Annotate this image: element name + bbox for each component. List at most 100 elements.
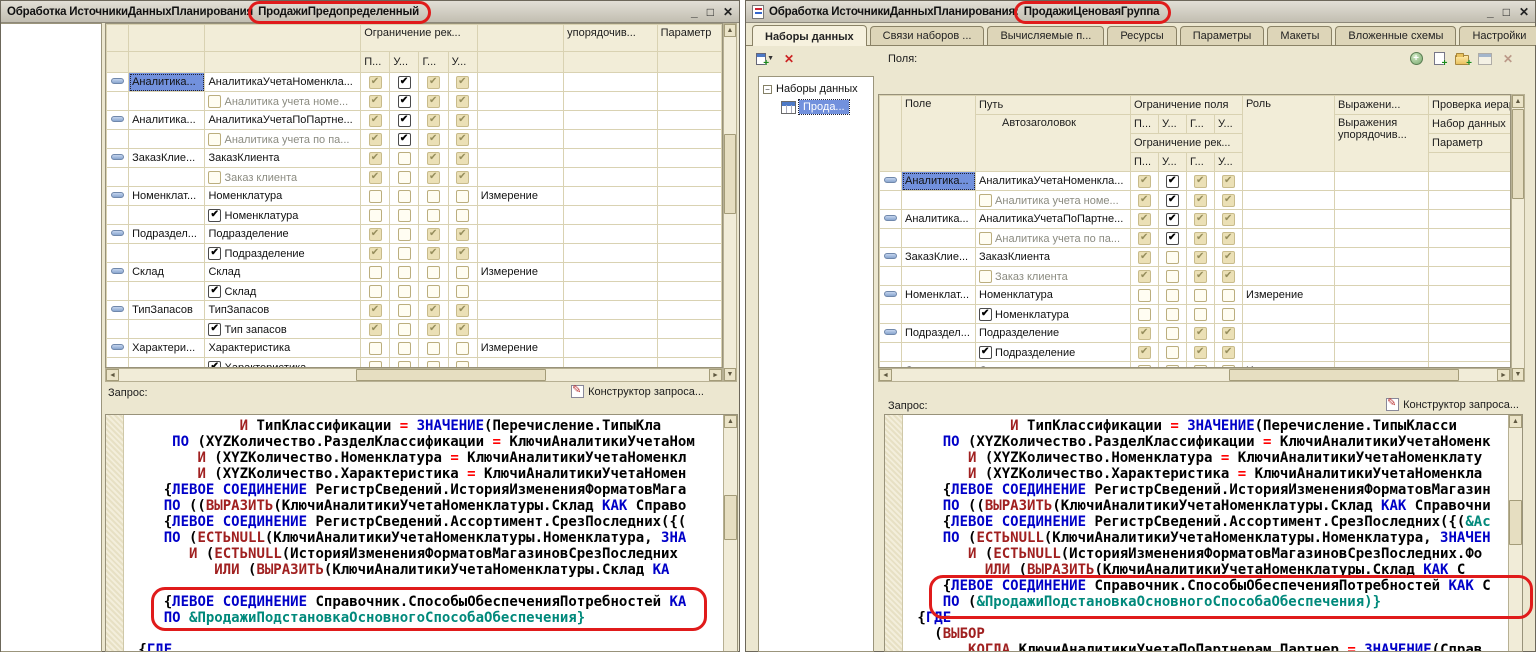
checkbox[interactable] <box>427 247 440 260</box>
checkbox-cell[interactable] <box>390 225 419 244</box>
parameter-cell[interactable] <box>657 263 721 282</box>
scroll-up-button[interactable]: ▲ <box>1509 415 1522 428</box>
checkbox[interactable] <box>456 190 469 203</box>
checkbox[interactable] <box>456 114 469 127</box>
scroll-down-button[interactable]: ▼ <box>1512 368 1524 381</box>
checkbox-cell[interactable] <box>448 282 477 301</box>
table-row[interactable]: Номенклат...НоменклатураИзмерение <box>107 187 722 206</box>
checkbox-cell[interactable] <box>1131 248 1159 267</box>
field-cell[interactable] <box>902 191 976 210</box>
checkbox[interactable] <box>1194 232 1207 245</box>
ordering-expression-cell[interactable] <box>564 92 657 111</box>
field-cell[interactable] <box>902 305 976 324</box>
checkbox[interactable] <box>427 342 440 355</box>
checkbox[interactable] <box>1166 327 1179 340</box>
checkbox-cell[interactable] <box>419 282 448 301</box>
checkbox-cell[interactable] <box>1187 305 1215 324</box>
table-subrow[interactable]: Аналитика учета по па... <box>107 130 722 149</box>
checkbox-cell[interactable] <box>390 187 419 206</box>
ordering-expression-cell[interactable] <box>1335 286 1429 305</box>
table-subrow[interactable]: Подразделение <box>107 244 722 263</box>
scrollbar-thumb[interactable] <box>724 134 736 214</box>
parameter-cell[interactable] <box>1429 172 1511 191</box>
path-cell[interactable]: Подразделение <box>976 324 1131 343</box>
path-cell[interactable]: Аналитика учета по па... <box>205 130 361 149</box>
ordering-expression-cell[interactable] <box>564 187 657 206</box>
checkbox[interactable] <box>1222 270 1235 283</box>
scrollbar-thumb[interactable] <box>1512 109 1524 199</box>
checkbox-cell[interactable] <box>1215 191 1243 210</box>
row-handle-icon[interactable] <box>111 78 124 84</box>
path-cell[interactable]: ТипЗапасов <box>205 301 361 320</box>
checkbox-cell[interactable] <box>390 263 419 282</box>
checkbox[interactable] <box>456 76 469 89</box>
checkbox-cell[interactable] <box>1131 229 1159 248</box>
add-field-button[interactable]: + <box>1407 50 1425 67</box>
checkbox[interactable] <box>369 209 382 222</box>
row-handle-icon[interactable] <box>111 154 124 160</box>
tab-связи-наборов-[interactable]: Связи наборов ... <box>870 26 985 45</box>
path-cell[interactable]: Подразделение <box>205 244 361 263</box>
checkbox-cell[interactable] <box>390 244 419 263</box>
checkbox-cell[interactable] <box>390 149 419 168</box>
ordering-expression-cell[interactable] <box>1335 172 1429 191</box>
checkbox[interactable] <box>369 247 382 260</box>
table-subrow[interactable]: Заказ клиента <box>880 267 1512 286</box>
query-editor[interactable]: И ТипКлассификации = ЗНАЧЕНИЕ(Перечислен… <box>884 414 1523 652</box>
scrollbar-thumb[interactable] <box>1229 369 1459 381</box>
checkbox-cell[interactable] <box>1187 267 1215 286</box>
tree-root-datasets[interactable]: − Наборы данных <box>759 77 873 97</box>
role-cell[interactable] <box>477 149 563 168</box>
table-settings-button[interactable] <box>1476 50 1494 67</box>
checkbox[interactable] <box>979 308 992 321</box>
checkbox[interactable] <box>979 232 992 245</box>
checkbox[interactable] <box>1194 308 1207 321</box>
path-cell[interactable]: Аналитика учета по па... <box>976 229 1131 248</box>
row-handle-icon[interactable] <box>111 344 124 350</box>
row-handle-icon[interactable] <box>884 215 897 221</box>
checkbox-cell[interactable] <box>448 320 477 339</box>
checkbox[interactable] <box>208 247 221 260</box>
ordering-expression-cell[interactable] <box>564 320 657 339</box>
path-cell[interactable]: Заказ клиента <box>205 168 361 187</box>
field-cell[interactable] <box>902 267 976 286</box>
path-cell[interactable]: АналитикаУчетаНоменкла... <box>976 172 1131 191</box>
row-handle-cell[interactable] <box>107 149 129 168</box>
role-cell[interactable] <box>1243 248 1335 267</box>
minimize-button[interactable]: _ <box>1487 2 1494 22</box>
checkbox[interactable] <box>1138 194 1151 207</box>
checkbox-cell[interactable] <box>448 111 477 130</box>
ordering-expression-cell[interactable] <box>564 225 657 244</box>
field-cell[interactable]: Подраздел... <box>902 324 976 343</box>
checkbox[interactable] <box>427 285 440 298</box>
table-row[interactable]: Номенклат...НоменклатураИзмерение <box>880 286 1512 305</box>
path-cell[interactable]: Подразделение <box>976 343 1131 362</box>
checkbox-cell[interactable] <box>448 225 477 244</box>
checkbox-cell[interactable] <box>361 244 390 263</box>
checkbox[interactable] <box>398 228 411 241</box>
checkbox[interactable] <box>369 95 382 108</box>
table-subrow[interactable]: Аналитика учета номе... <box>107 92 722 111</box>
checkbox[interactable] <box>979 194 992 207</box>
checkbox[interactable] <box>1166 232 1179 245</box>
checkbox[interactable] <box>1222 289 1235 302</box>
field-cell[interactable] <box>129 130 205 149</box>
ordering-expression-cell[interactable] <box>1335 267 1429 286</box>
table-subrow[interactable]: Подразделение <box>880 343 1512 362</box>
delete-field-button[interactable]: ✕ <box>1499 50 1517 67</box>
checkbox[interactable] <box>369 266 382 279</box>
role-cell[interactable] <box>1243 191 1335 210</box>
parameter-cell[interactable] <box>657 339 721 358</box>
checkbox-cell[interactable] <box>448 92 477 111</box>
parameter-cell[interactable] <box>1429 210 1511 229</box>
checkbox-cell[interactable] <box>419 339 448 358</box>
checkbox[interactable] <box>1166 194 1179 207</box>
query-builder-link[interactable]: Конструктор запроса... <box>1386 398 1519 411</box>
checkbox-cell[interactable] <box>390 358 419 369</box>
parameter-cell[interactable] <box>657 225 721 244</box>
role-cell[interactable] <box>1243 305 1335 324</box>
parameter-cell[interactable] <box>657 92 721 111</box>
role-cell[interactable] <box>1243 324 1335 343</box>
path-cell[interactable]: Склад <box>205 263 361 282</box>
checkbox[interactable] <box>427 133 440 146</box>
